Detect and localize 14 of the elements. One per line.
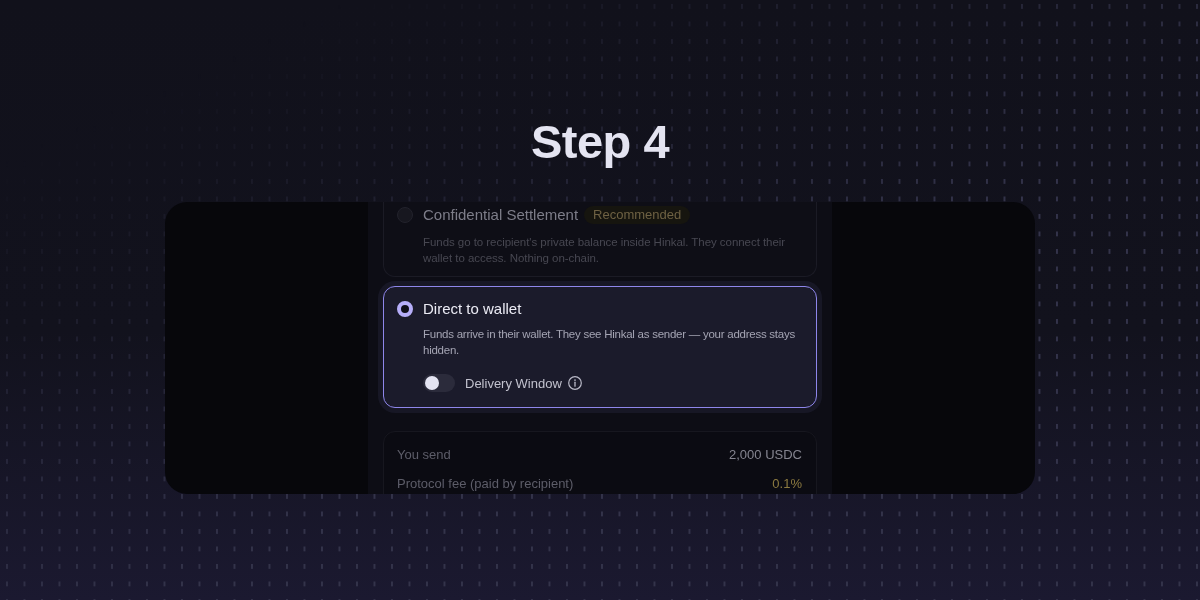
delivery-window-toggle[interactable] — [423, 374, 455, 392]
option-title: Direct to wallet — [423, 299, 522, 319]
summary-label: You send — [397, 446, 451, 462]
summary-label: Protocol fee (paid by recipient) — [397, 475, 574, 491]
toggle-label: Delivery Window — [465, 375, 562, 391]
summary-value: 2,000 USDC — [729, 446, 802, 462]
radio-button[interactable] — [397, 301, 413, 317]
step-heading: Step 4 — [530, 114, 669, 170]
option-title: Confidential Settlement — [423, 205, 579, 225]
info-icon[interactable] — [567, 376, 582, 390]
summary-value: 0.1% — [772, 475, 802, 491]
option-card[interactable]: Direct to wallet Funds arrive in their wallet. They see Hinkal as sender — your address stays hidden. Delivery Window — [383, 286, 817, 408]
option-description: Funds arrive in their wallet. They see Hinkal as sender — your address stays hidden. — [423, 327, 796, 358]
recommended-badge: Recommended — [584, 206, 691, 224]
